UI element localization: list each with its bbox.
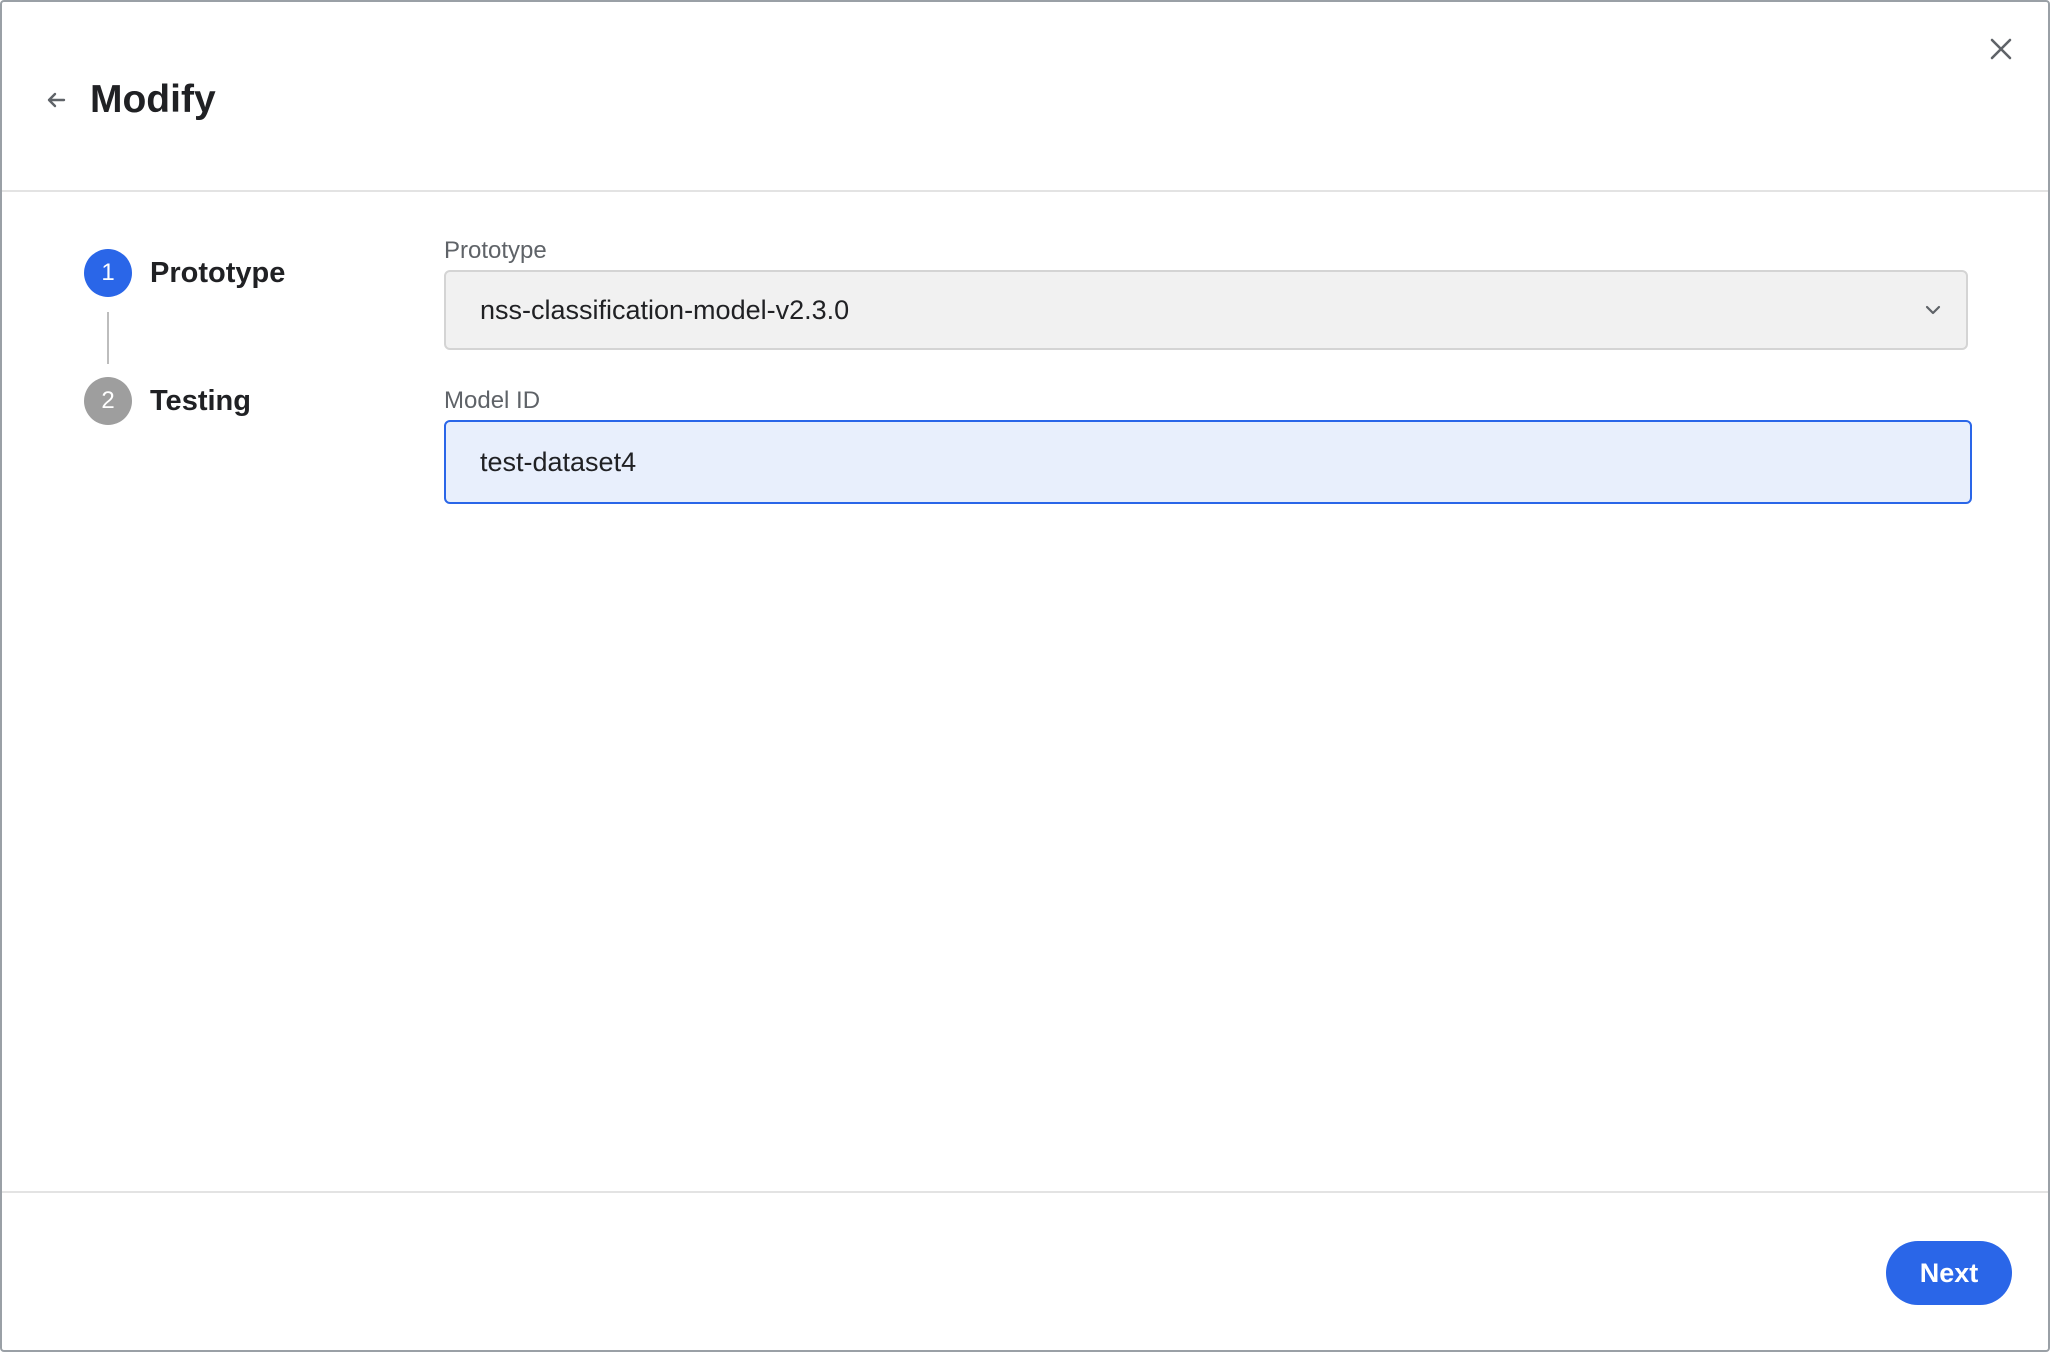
dialog-title: Modify [90,78,216,121]
dialog-header: Modify [2,2,2048,192]
close-icon[interactable] [1984,32,2018,66]
model-id-input[interactable] [444,420,1972,504]
arrow-left-icon[interactable] [42,86,70,114]
prototype-label: Prototype [444,237,547,264]
prototype-select-value: nss-classification-model-v2.3.0 [480,295,850,325]
next-button[interactable]: Next [1886,1241,2012,1305]
prototype-select[interactable]: nss-classification-model-v2.3.0 [444,270,1968,350]
step-testing[interactable]: 2 Testing [84,376,251,426]
step-label: Testing [150,384,251,417]
step-connector [107,312,109,364]
step-label: Prototype [150,256,286,289]
chevron-down-icon [1922,299,1944,321]
step-number-badge: 1 [84,249,132,297]
model-id-label: Model ID [444,387,541,414]
modify-dialog: Modify 1 Prototype 2 Testing Prototype n… [0,0,2050,1352]
step-prototype[interactable]: 1 Prototype [84,248,285,298]
step-number-badge: 2 [84,377,132,425]
footer-divider [2,1191,2048,1193]
